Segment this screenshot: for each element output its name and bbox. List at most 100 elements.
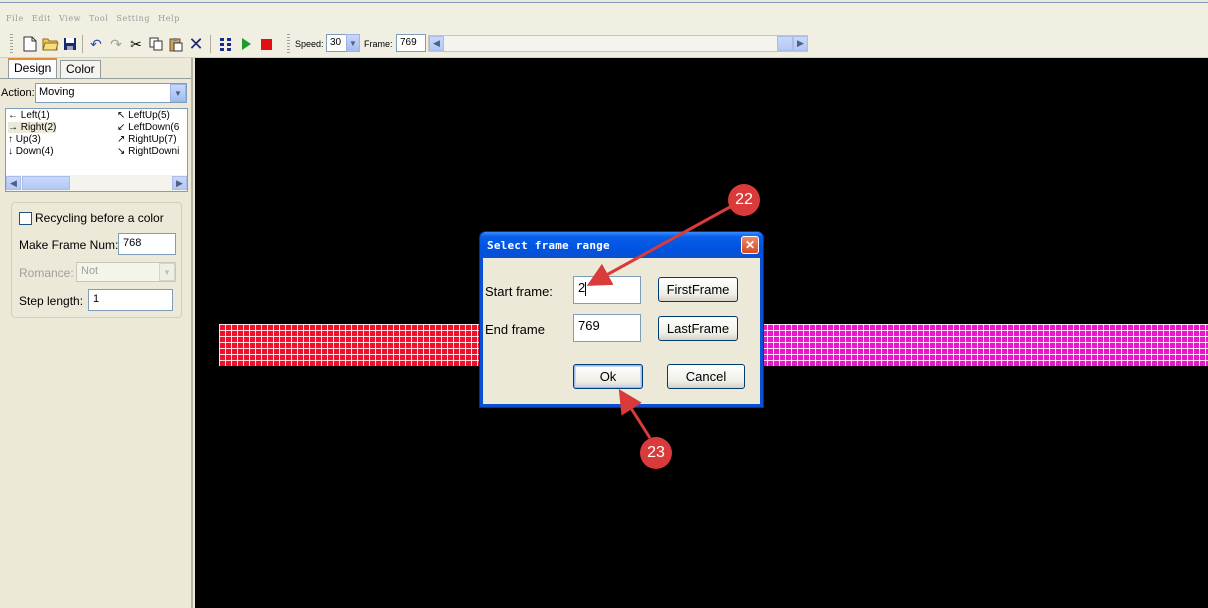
save-icon: [64, 38, 76, 50]
chevron-down-icon: ▼: [174, 88, 182, 98]
ok-label: Ok: [599, 369, 617, 384]
window-top-border: [0, 2, 1208, 3]
cancel-button[interactable]: Cancel: [667, 364, 745, 389]
direction-list-scrollbar[interactable]: ◀ ▶: [6, 175, 187, 191]
undo-icon: ↶: [90, 36, 102, 52]
chevron-down-icon: ▼: [349, 38, 357, 48]
speed-label: Speed:: [295, 39, 324, 49]
scroll-thumb[interactable]: [777, 36, 793, 51]
end-frame-input[interactable]: 769: [573, 314, 641, 342]
close-icon: ✕: [744, 238, 756, 252]
arrow-left-icon: ◀: [433, 38, 440, 48]
direction-left-label: Left(1): [20, 110, 50, 121]
scroll-right-button[interactable]: ▶: [172, 176, 187, 190]
arrow-up-right-icon: ↗: [117, 134, 126, 145]
stop-button[interactable]: [256, 34, 276, 54]
direction-list[interactable]: ← Left(1) → Right(2) ↑ Up(3) ↓ Down(4) ↖…: [5, 108, 188, 192]
last-frame-button[interactable]: LastFrame: [658, 316, 738, 341]
callout-badge-22: 22: [728, 184, 760, 216]
direction-down[interactable]: ↓ Down(4): [8, 146, 54, 157]
scroll-right-button[interactable]: ▶: [793, 36, 808, 51]
toolbar-grip[interactable]: [287, 34, 290, 54]
make-frame-input[interactable]: 768: [118, 233, 176, 255]
end-frame-label: End frame: [485, 322, 545, 337]
toolbar-grip[interactable]: [10, 34, 13, 54]
frame-input[interactable]: 769: [396, 34, 426, 52]
menu-setting[interactable]: Setting: [116, 14, 150, 23]
speed-value: 30: [330, 37, 342, 48]
scroll-left-button[interactable]: ◀: [429, 36, 444, 51]
romance-dropdown-button[interactable]: ▼: [159, 263, 175, 281]
direction-rightup[interactable]: ↗ RightUp(7): [117, 134, 177, 145]
save-button[interactable]: [60, 34, 80, 54]
arrow-down-left-icon: ↙: [117, 122, 126, 133]
direction-leftup-label: LeftUp(5): [128, 110, 170, 121]
menu-help[interactable]: Help: [158, 14, 180, 23]
step-length-value: 1: [93, 293, 100, 305]
direction-right-label: Right(2): [20, 122, 57, 133]
arrow-left-icon: ←: [8, 110, 18, 121]
cut-button[interactable]: ✂: [126, 34, 146, 54]
start-frame-input[interactable]: 2: [573, 276, 641, 304]
direction-rightdown[interactable]: ↘ RightDowni: [117, 146, 179, 157]
dialog-title: Select frame range: [487, 239, 610, 252]
action-select[interactable]: Moving: [35, 83, 187, 103]
tab-design[interactable]: Design: [8, 58, 58, 78]
open-file-button[interactable]: [40, 34, 60, 54]
romance-value: Not: [81, 265, 99, 277]
menu-edit[interactable]: Edit: [32, 14, 51, 23]
scroll-thumb[interactable]: [22, 176, 70, 190]
toolbar: ↶ ↷ ✂ ✕ Speed: 30 ▼ Frame: 769 ◀ ▶: [0, 30, 1208, 58]
first-frame-button[interactable]: FirstFrame: [658, 277, 738, 302]
step-length-input[interactable]: 1: [88, 289, 173, 311]
step-length-label: Step length:: [19, 294, 84, 308]
direction-up[interactable]: ↑ Up(3): [8, 134, 41, 145]
direction-rightdown-label: RightDowni: [128, 146, 180, 157]
menu-bar: File Edit View Tool Setting Help: [0, 0, 1208, 30]
redo-icon: ↷: [110, 36, 122, 52]
dialog-titlebar[interactable]: Select frame range ✕: [480, 232, 763, 258]
dialog-close-button[interactable]: ✕: [741, 236, 759, 254]
scissors-icon: ✂: [130, 36, 142, 52]
play-button[interactable]: [236, 34, 256, 54]
chevron-down-icon: ▼: [163, 267, 171, 277]
ok-button[interactable]: Ok: [573, 364, 643, 389]
options-group: Recycling before a color Make Frame Num:…: [11, 202, 182, 318]
speed-dropdown-button[interactable]: ▼: [346, 34, 360, 52]
start-frame-label: Start frame:: [485, 284, 553, 299]
stop-icon: [260, 38, 272, 50]
frame-value: 769: [400, 37, 417, 48]
action-label: Action:: [1, 87, 35, 99]
scroll-left-button[interactable]: ◀: [6, 176, 21, 190]
direction-leftup[interactable]: ↖ LeftUp(5): [117, 110, 170, 121]
redo-button[interactable]: ↷: [106, 34, 126, 54]
copy-button[interactable]: [146, 34, 166, 54]
new-file-button[interactable]: [20, 34, 40, 54]
arrow-up-icon: ↑: [8, 134, 13, 145]
callout-badge-23: 23: [640, 437, 672, 469]
direction-left[interactable]: ← Left(1): [8, 110, 50, 121]
direction-up-label: Up(3): [15, 134, 41, 145]
play-icon: [242, 38, 251, 50]
delete-button[interactable]: ✕: [186, 34, 206, 54]
frame-scrollbar[interactable]: ◀ ▶: [428, 35, 808, 52]
led-strip-pink: [761, 324, 1208, 366]
direction-leftdown[interactable]: ↙ LeftDown(6: [117, 122, 179, 133]
grid-button[interactable]: [216, 34, 236, 54]
recycling-label: Recycling before a color: [35, 211, 164, 225]
grid-dots-icon: [220, 38, 231, 51]
led-strip-red: [219, 324, 482, 366]
menu-tool[interactable]: Tool: [89, 14, 108, 23]
tab-color[interactable]: Color: [60, 60, 101, 78]
menu-view[interactable]: View: [59, 14, 81, 23]
open-folder-icon: [41, 38, 59, 51]
direction-right[interactable]: → Right(2): [8, 122, 57, 133]
action-dropdown-button[interactable]: ▼: [170, 84, 186, 102]
direction-down-label: Down(4): [15, 146, 54, 157]
undo-button[interactable]: ↶: [86, 34, 106, 54]
recycling-checkbox[interactable]: [19, 212, 32, 225]
text-cursor: [585, 281, 587, 296]
arrow-right-icon: ▶: [797, 38, 804, 48]
menu-file[interactable]: File: [6, 14, 24, 23]
paste-button[interactable]: [166, 34, 186, 54]
